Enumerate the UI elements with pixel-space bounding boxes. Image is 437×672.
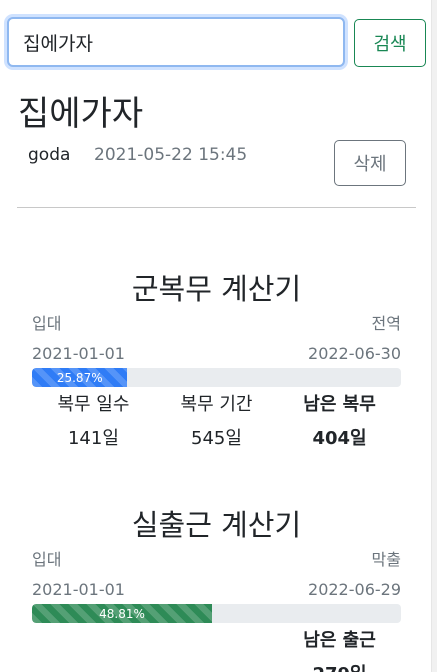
- military-total-label: 복무 기간: [180, 394, 253, 415]
- post-title: 집에가자: [18, 94, 144, 134]
- commute-remaining-stat: 남은 출근 279일: [278, 626, 401, 672]
- military-calculator: 군복무 계산기 입대 전역 2021-01-01 2022-06-30 25.8…: [32, 266, 401, 450]
- commute-calculator-title: 실출근 계산기: [131, 508, 302, 542]
- commute-remaining-label: 남은 출근: [303, 630, 376, 651]
- military-served-label: 복무 일수: [57, 394, 130, 415]
- military-progress-bar: 25.87%: [32, 368, 401, 387]
- commute-remaining-value: 279일: [278, 660, 401, 672]
- commute-start-label: 입대: [32, 550, 62, 569]
- commute-stats: 남은 출근 279일: [32, 626, 401, 672]
- commute-start-date: 2021-01-01: [32, 580, 125, 599]
- military-calculator-title: 군복무 계산기: [131, 272, 302, 306]
- military-total-stat: 복무 기간 545일: [155, 390, 278, 450]
- commute-date-row: 2021-01-01 2022-06-29: [32, 580, 401, 599]
- commute-label-row: 입대 막출: [32, 546, 401, 570]
- commute-end-label: 막출: [371, 550, 401, 569]
- search-button[interactable]: 검색: [354, 19, 426, 67]
- military-remaining-stat: 남은 복무 404일: [278, 390, 401, 450]
- military-remaining-value: 404일: [312, 428, 367, 449]
- military-end-date: 2022-06-30: [308, 344, 401, 363]
- post-author: goda: [28, 145, 71, 165]
- commute-empty-stat-2: [155, 626, 278, 672]
- military-end-label: 전역: [371, 314, 401, 333]
- divider: [17, 207, 416, 208]
- military-remaining-label: 남은 복무: [303, 394, 376, 415]
- search-input[interactable]: [7, 17, 345, 67]
- commute-end-date: 2022-06-29: [308, 580, 401, 599]
- post-datetime: 2021-05-22 15:45: [94, 145, 248, 165]
- scrollbar[interactable]: [431, 0, 437, 672]
- military-label-row: 입대 전역: [32, 310, 401, 334]
- military-total-value: 545일: [191, 428, 242, 449]
- military-stats: 복무 일수 141일 복무 기간 545일 남은 복무 404일: [32, 390, 401, 450]
- military-start-date: 2021-01-01: [32, 344, 125, 363]
- military-served-value: 141일: [67, 428, 119, 449]
- commute-empty-stat-1: [32, 626, 155, 672]
- military-served-stat: 복무 일수 141일: [32, 390, 155, 450]
- military-start-label: 입대: [32, 314, 62, 333]
- commute-progress-fill: 48.81%: [32, 604, 213, 623]
- commute-progress-bar: 48.81%: [32, 604, 401, 623]
- delete-button[interactable]: 삭제: [334, 140, 406, 186]
- commute-calculator: 실출근 계산기 입대 막출 2021-01-01 2022-06-29 48.8…: [32, 502, 401, 672]
- military-progress-fill: 25.87%: [32, 368, 128, 387]
- military-date-row: 2021-01-01 2022-06-30: [32, 344, 401, 363]
